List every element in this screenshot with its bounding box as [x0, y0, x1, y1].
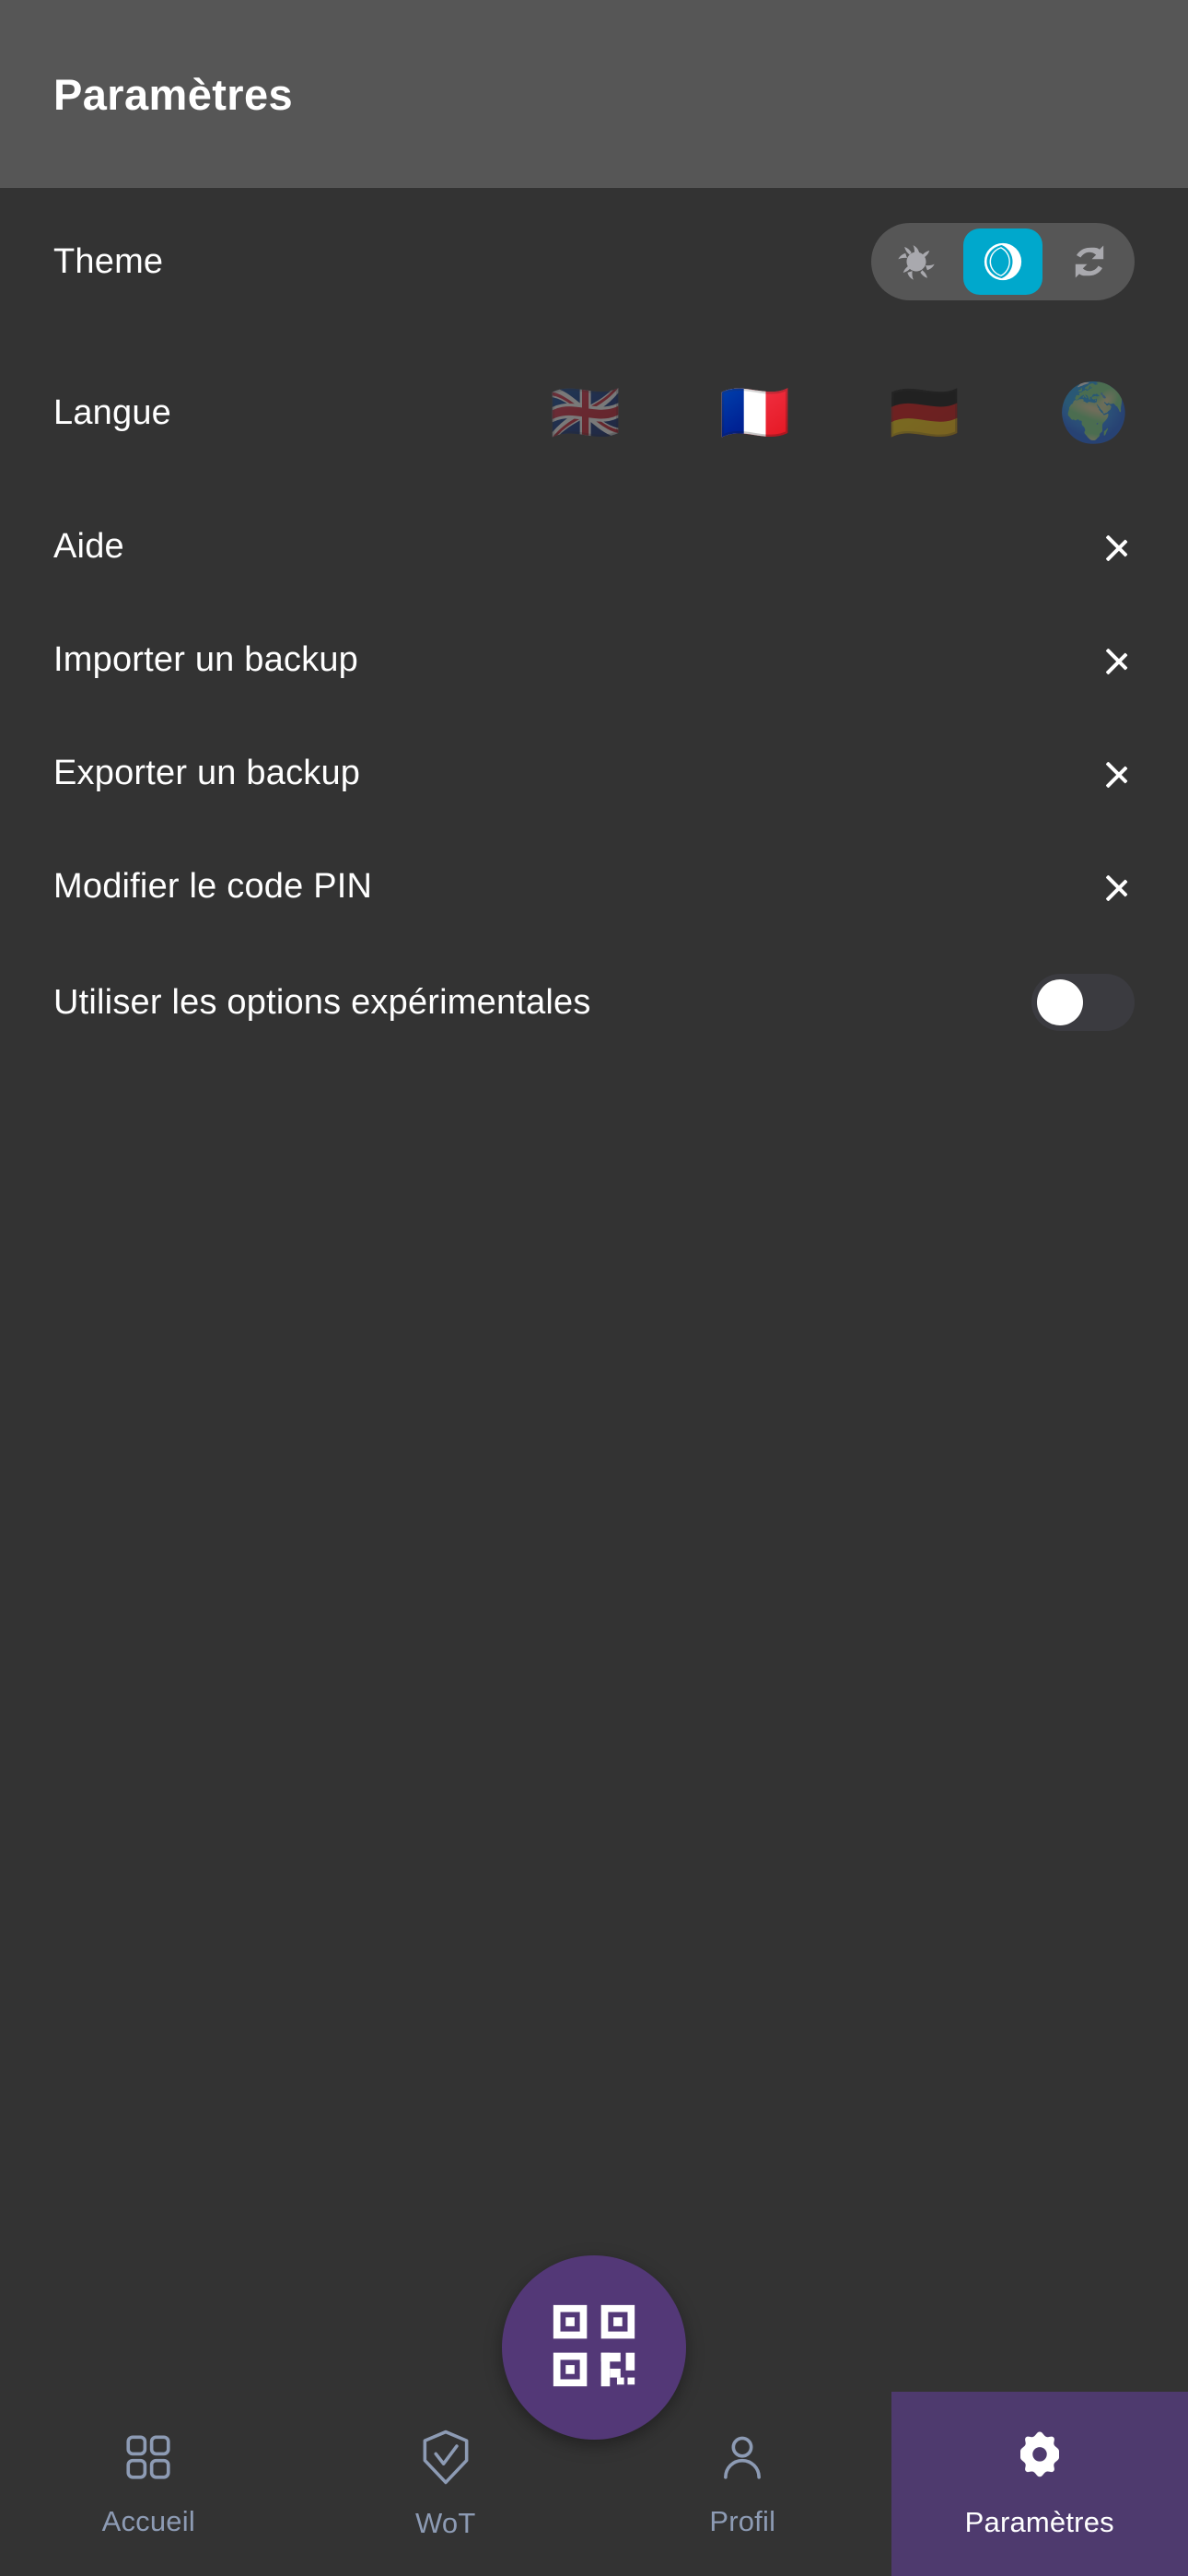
setting-row-help[interactable]: Aide — [0, 490, 1188, 603]
settings-list: Theme Langue 🇬🇧 🇫🇷 🇩🇪 🌍 Aide Importer un… — [0, 188, 1188, 1061]
app-header: Paramètres — [0, 0, 1188, 188]
nav-item-settings[interactable]: Paramètres — [891, 2392, 1188, 2576]
export-backup-label: Exporter un backup — [53, 754, 361, 792]
chevron-right-icon — [1103, 637, 1135, 685]
person-icon — [716, 2430, 769, 2488]
flag-germany-icon[interactable]: 🇩🇪 — [884, 376, 965, 450]
experimental-label: Utiliser les options expérimentales — [53, 982, 591, 1022]
setting-row-theme: Theme — [0, 188, 1188, 335]
setting-row-experimental: Utiliser les options expérimentales — [0, 943, 1188, 1061]
chevron-right-icon — [1103, 523, 1135, 571]
language-flag-group: 🇬🇧 🇫🇷 🇩🇪 🌍 — [545, 376, 1135, 450]
change-pin-label: Modifier le code PIN — [53, 867, 373, 906]
setting-row-import-backup[interactable]: Importer un backup — [0, 603, 1188, 717]
qr-scan-fab[interactable] — [502, 2255, 686, 2440]
theme-segmented-control[interactable] — [871, 223, 1135, 300]
grid-icon — [122, 2430, 175, 2488]
help-label: Aide — [53, 527, 124, 566]
sun-icon — [891, 236, 942, 287]
nav-label-wot: WoT — [415, 2506, 476, 2539]
chevron-right-icon — [1103, 750, 1135, 798]
experimental-toggle[interactable] — [1031, 974, 1135, 1031]
nav-label-home: Accueil — [101, 2504, 195, 2537]
nav-label-profile: Profil — [709, 2504, 776, 2537]
settings-screen: Paramètres Theme Langue 🇬🇧 🇫🇷 🇩🇪 🌍 Aide … — [0, 0, 1188, 2576]
setting-row-language: Langue 🇬🇧 🇫🇷 🇩🇪 🌍 — [0, 335, 1188, 490]
globe-icon[interactable]: 🌍 — [1054, 376, 1135, 450]
flag-uk-icon[interactable]: 🇬🇧 — [545, 376, 626, 450]
setting-row-export-backup[interactable]: Exporter un backup — [0, 717, 1188, 830]
theme-label: Theme — [53, 241, 164, 281]
chevron-right-icon — [1103, 863, 1135, 911]
shield-check-icon — [419, 2429, 472, 2490]
theme-option-auto[interactable] — [1050, 228, 1129, 295]
qr-code-icon — [550, 2301, 638, 2395]
toggle-knob — [1037, 979, 1083, 1025]
page-title: Paramètres — [53, 69, 294, 119]
gear-icon — [1012, 2430, 1067, 2489]
flag-france-icon[interactable]: 🇫🇷 — [715, 376, 796, 450]
moon-icon — [977, 236, 1029, 287]
theme-option-dark[interactable] — [963, 228, 1042, 295]
nav-item-home[interactable]: Accueil — [0, 2392, 297, 2576]
nav-label-settings: Paramètres — [964, 2505, 1114, 2538]
theme-option-light[interactable] — [877, 228, 956, 295]
setting-row-change-pin[interactable]: Modifier le code PIN — [0, 830, 1188, 943]
language-label: Langue — [53, 392, 172, 432]
import-backup-label: Importer un backup — [53, 640, 358, 679]
sync-icon — [1065, 237, 1114, 287]
